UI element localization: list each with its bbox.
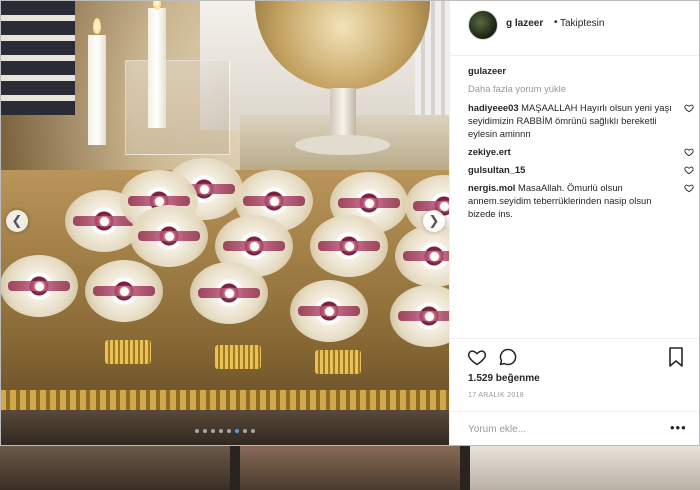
heart-icon[interactable] [684,103,694,113]
avatar[interactable] [468,10,498,40]
photo-bowl-base [295,135,390,155]
post-date: 17 ARALIK 2018 [468,392,524,399]
post-sidebar: g lazeer • Takiptesin gulazeer Daha fazl… [449,0,700,446]
carousel-dot [218,429,223,433]
post-modal: ❮ ❯ g lazeer • Takiptesin gulazeer Daha … [0,0,700,446]
photo-favor [290,280,368,342]
photo-favor [0,255,78,317]
comment-username[interactable]: gulazeer [468,65,506,76]
carousel-dot [194,429,199,433]
photo-favor [85,260,163,322]
comment-row: zekiye.ert [468,145,694,158]
carousel-dot [202,429,207,433]
comment-bubble-icon[interactable] [498,347,518,367]
heart-icon[interactable] [684,147,694,157]
more-options-icon[interactable]: ••• [670,420,687,435]
photo-favor [310,215,388,277]
load-more-comments[interactable]: Daha fazla yorum yükle [468,82,694,95]
bookmark-icon[interactable] [668,347,684,367]
carousel-dot [210,429,215,433]
post-header: g lazeer • Takiptesin [450,0,700,56]
comment-username[interactable]: nergis.mol [468,182,515,193]
header-username[interactable]: g lazeer [506,18,543,29]
comment-username[interactable]: zekiye.ert [468,146,511,157]
post-photo: ❮ ❯ [0,0,449,446]
photo-candle [88,35,106,145]
like-count[interactable]: 1.529 beğenme [468,373,540,384]
comments-list: gulazeer Daha fazla yorum yükle hadiyeee… [468,64,694,225]
carousel-dot [250,429,255,433]
heart-icon[interactable] [684,165,694,175]
comment-row: nergis.mol MasaAllah. Ömurlü olsun annem… [468,181,694,220]
chevron-left-icon[interactable]: ❮ [6,210,28,232]
photo-candle [148,8,166,128]
photo-favor [130,205,208,267]
carousel-dot-active [234,429,239,433]
background-post-thumbnail[interactable] [0,446,230,490]
comment-row: hadiyeee03 MAŞAALLAH Hayırlı olsun yeni … [468,101,694,140]
carousel-dot [242,429,247,433]
photo-glass-box [125,60,230,155]
heart-icon[interactable] [684,183,694,193]
carousel-dots [0,429,449,433]
photo-tray-rim [0,390,449,410]
add-comment-bar: Yorum ekle... ••• [450,411,700,447]
photo-candle-flame [93,18,101,34]
background-post-thumbnail[interactable] [470,446,700,490]
comment-input[interactable]: Yorum ekle... [468,424,526,435]
header-separator: • [554,17,558,28]
comment-username[interactable]: hadiyeee03 [468,102,519,113]
follow-status[interactable]: Takiptesin [560,18,604,29]
photo-gold-stand [215,345,261,369]
carousel-dot [226,429,231,433]
photo-cake [0,0,75,115]
background-post-thumbnail[interactable] [240,446,460,490]
like-heart-icon[interactable] [466,347,488,367]
comment-row: gulsultan_15 [468,163,694,176]
chevron-right-icon[interactable]: ❯ [423,210,445,232]
photo-tray-shadow [0,410,449,446]
caption: gulazeer [468,64,694,77]
photo-favor [190,262,268,324]
photo-gold-stand [105,340,151,364]
post-actions: 1.529 beğenme 17 ARALIK 2018 Yorum ekle.… [450,338,700,446]
photo-gold-stand [315,350,361,374]
comment-username[interactable]: gulsultan_15 [468,164,525,175]
